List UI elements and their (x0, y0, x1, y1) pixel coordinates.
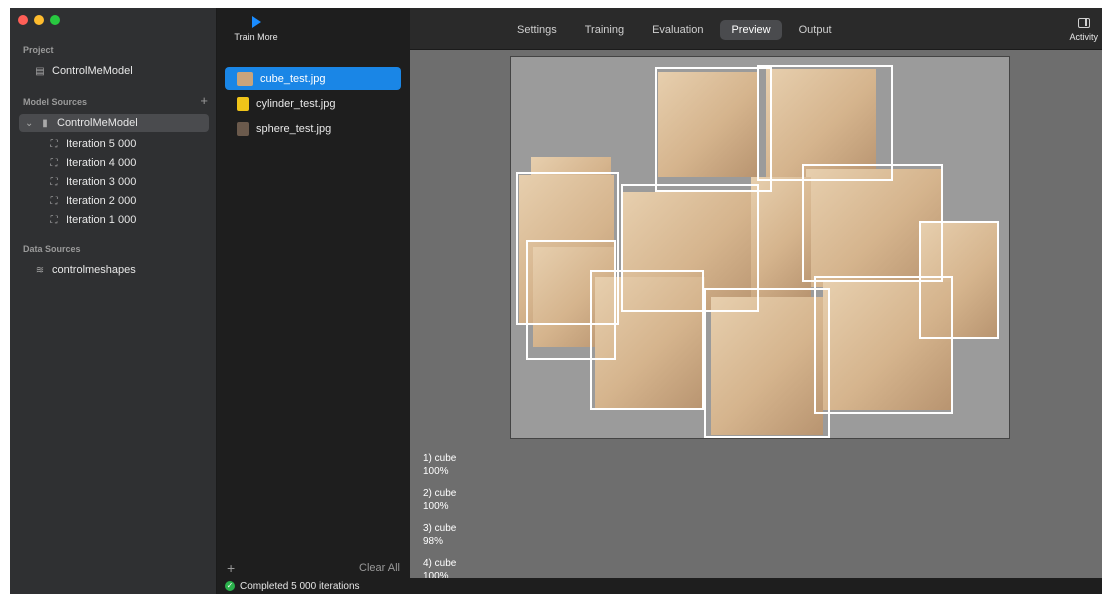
tab-preview[interactable]: Preview (720, 20, 782, 40)
checkmark-icon: ✓ (225, 581, 235, 591)
sidebar-item-iteration[interactable]: ⛶ Iteration 2 000 (48, 192, 137, 210)
result-label: 3) cube (423, 523, 457, 534)
play-icon (251, 16, 261, 28)
sidebar-item-project[interactable]: ▤ ControlMeModel (34, 62, 133, 80)
train-more-label: Train More (234, 32, 278, 42)
preview-image (510, 56, 1010, 439)
sidebar-toggle-icon (1077, 18, 1090, 28)
toolbar-left: Train More (217, 8, 410, 50)
project-name: ControlMeModel (52, 65, 133, 77)
app-window: Project ▤ ControlMeModel Model Sources +… (10, 8, 1102, 594)
tab-settings[interactable]: Settings (506, 20, 568, 40)
iteration-label: Iteration 1 000 (66, 214, 137, 226)
tab-evaluation[interactable]: Evaluation (641, 20, 714, 40)
project-heading: Project (23, 45, 54, 55)
iteration-icon: ⛶ (50, 214, 58, 226)
data-source-name: controlmeshapes (52, 264, 136, 276)
sidebar-item-iteration[interactable]: ⛶ Iteration 4 000 (48, 154, 137, 172)
sidebar-item-iteration[interactable]: ⛶ Iteration 1 000 (48, 211, 137, 229)
activity-button[interactable]: Activity (1069, 18, 1098, 42)
iteration-label: Iteration 4 000 (66, 157, 137, 169)
toolbar: Settings Training Evaluation Preview Out… (410, 8, 1102, 50)
sidebar-item-iteration[interactable]: ⛶ Iteration 5 000 (48, 135, 137, 153)
sidebar-item-iteration[interactable]: ⛶ Iteration 3 000 (48, 173, 137, 191)
iteration-icon: ⛶ (50, 176, 58, 188)
detection-box (814, 276, 953, 414)
tab-bar: Settings Training Evaluation Preview Out… (506, 20, 843, 40)
detection-box (655, 67, 772, 192)
document-icon: ▤ (35, 65, 45, 77)
model-icon: ▮ (42, 117, 48, 129)
data-sources-heading: Data Sources (23, 244, 81, 254)
image-thumbnail-icon (237, 121, 249, 136)
detection-box (704, 288, 830, 438)
iteration-icon: ⛶ (50, 138, 58, 150)
close-window-button[interactable] (18, 15, 28, 25)
result-item: 1) cube 100% (423, 452, 456, 478)
file-name: cube_test.jpg (260, 72, 326, 85)
tab-output[interactable]: Output (788, 20, 843, 40)
file-list-footer: + Clear All (217, 557, 410, 578)
result-label: 2) cube (423, 488, 457, 499)
add-model-source-button[interactable]: + (200, 93, 208, 108)
file-item-cube[interactable]: cube_test.jpg (225, 67, 401, 90)
detection-box (590, 270, 704, 410)
sidebar-item-data-source[interactable]: ≋ controlmeshapes (34, 261, 136, 279)
file-name: sphere_test.jpg (256, 122, 332, 135)
sidebar-item-model[interactable]: ⌄ ▮ ControlMeModel (19, 114, 209, 132)
iteration-label: Iteration 5 000 (66, 138, 137, 150)
iteration-icon: ⛶ (50, 195, 58, 207)
image-thumbnail-icon (237, 71, 253, 86)
file-item-sphere[interactable]: sphere_test.jpg (225, 117, 401, 140)
zoom-window-button[interactable] (50, 15, 60, 25)
result-confidence: 100% (423, 501, 449, 512)
result-item: 2) cube 100% (423, 487, 456, 513)
detection-results: 1) cube 100% 2) cube 100% 3) cube 98% 4)… (423, 452, 456, 592)
sidebar: Project ▤ ControlMeModel Model Sources +… (10, 8, 217, 594)
tab-training[interactable]: Training (574, 20, 635, 40)
model-name: ControlMeModel (57, 117, 138, 129)
iteration-icon: ⛶ (50, 157, 58, 169)
model-sources-heading: Model Sources (23, 97, 88, 107)
preview-area: 1) cube 100% 2) cube 100% 3) cube 98% 4)… (410, 50, 1102, 582)
status-bar: ✓ Completed 5 000 iterations (217, 578, 1102, 594)
file-name: cylinder_test.jpg (256, 97, 336, 110)
result-item: 3) cube 98% (423, 522, 456, 548)
result-label: 1) cube (423, 453, 457, 464)
file-list-panel: cube_test.jpg cylinder_test.jpg sphere_t… (217, 8, 410, 578)
clear-all-button[interactable]: Clear All (359, 562, 400, 574)
activity-label: Activity (1069, 32, 1098, 42)
result-label: 4) cube (423, 558, 457, 569)
file-item-cylinder[interactable]: cylinder_test.jpg (225, 92, 401, 115)
train-more-button[interactable]: Train More (233, 16, 279, 42)
iteration-label: Iteration 2 000 (66, 195, 137, 207)
window-controls (18, 15, 60, 25)
add-file-button[interactable]: + (227, 560, 235, 576)
image-thumbnail-icon (237, 96, 249, 111)
result-confidence: 98% (423, 536, 444, 547)
result-confidence: 100% (423, 466, 449, 477)
chevron-down-icon[interactable]: ⌄ (25, 118, 33, 129)
status-text: Completed 5 000 iterations (240, 580, 360, 592)
minimize-window-button[interactable] (34, 15, 44, 25)
database-icon: ≋ (35, 264, 45, 276)
iteration-label: Iteration 3 000 (66, 176, 137, 188)
